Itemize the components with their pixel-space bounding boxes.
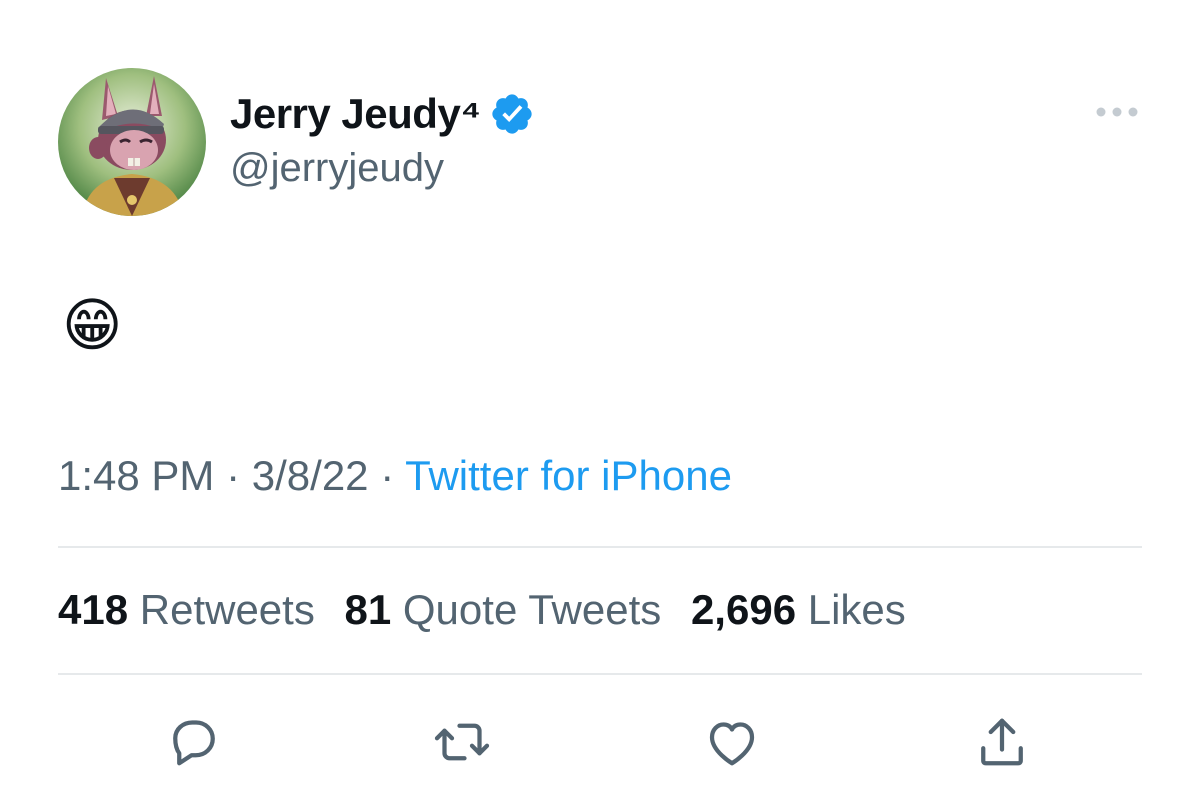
share-button[interactable]	[972, 712, 1032, 772]
verified-badge-icon	[489, 91, 535, 137]
tweet-date[interactable]: 3/8/22	[252, 452, 369, 499]
quote-tweets-stat[interactable]: 81 Quote Tweets	[345, 586, 662, 633]
tweet-stats: 418 Retweets 81 Quote Tweets 2,696 Likes	[58, 586, 924, 634]
divider	[58, 546, 1142, 548]
likes-stat[interactable]: 2,696 Likes	[691, 586, 906, 633]
author-block: Jerry Jeudy⁴ @jerryjeudy	[230, 88, 535, 191]
tweet-detail: Jerry Jeudy⁴ @jerryjeudy 😁 1:48 PM · 3/8…	[0, 0, 1200, 807]
name-row: Jerry Jeudy⁴	[230, 88, 535, 140]
share-icon	[981, 718, 1023, 766]
more-horizontal-icon[interactable]	[1094, 100, 1140, 124]
tweet-time[interactable]: 1:48 PM	[58, 452, 214, 499]
avatar[interactable]	[58, 68, 206, 216]
tweet-meta: 1:48 PM · 3/8/22 · Twitter for iPhone	[58, 452, 732, 500]
likes-label: Likes	[807, 586, 906, 633]
retweets-stat[interactable]: 418 Retweets	[58, 586, 315, 633]
retweets-label: Retweets	[139, 586, 315, 633]
reply-icon	[173, 720, 215, 766]
retweets-count: 418	[58, 586, 129, 633]
tweet-text: 😁	[62, 293, 123, 358]
reply-button[interactable]	[164, 712, 224, 772]
handle[interactable]: @jerryjeudy	[230, 146, 535, 191]
divider	[58, 673, 1142, 675]
heart-icon	[709, 722, 755, 766]
display-name[interactable]: Jerry Jeudy⁴	[230, 90, 481, 138]
meta-separator: ·	[226, 452, 241, 499]
like-button[interactable]	[702, 712, 762, 772]
quote-tweets-label: Quote Tweets	[402, 586, 662, 633]
tweet-source-link[interactable]: Twitter for iPhone	[405, 452, 732, 499]
retweet-icon	[434, 723, 490, 761]
meta-separator: ·	[380, 452, 395, 499]
retweet-button[interactable]	[432, 712, 492, 772]
avatar-image	[58, 68, 206, 216]
likes-count: 2,696	[690, 586, 797, 633]
quote-tweets-count: 81	[344, 586, 392, 633]
